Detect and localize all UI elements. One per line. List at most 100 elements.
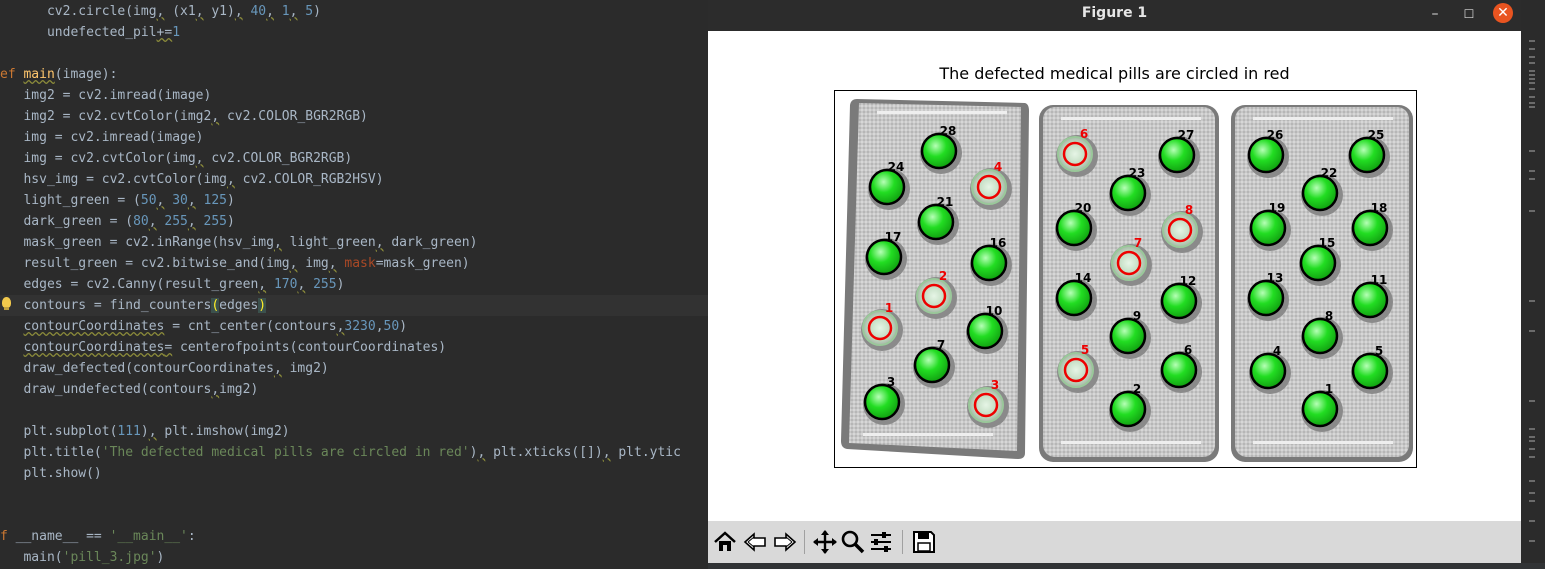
code-token: , bbox=[211, 109, 220, 124]
scroll-mark bbox=[1529, 62, 1535, 64]
code-token: 50 bbox=[383, 319, 400, 334]
save-icon[interactable] bbox=[911, 529, 937, 555]
code-token: 40 bbox=[250, 4, 267, 19]
window-title: Figure 1 bbox=[1081, 5, 1148, 21]
code-token: img2 = cv2.cvtColor(img2 bbox=[23, 109, 212, 124]
code-token: , bbox=[258, 277, 267, 292]
pill-number-label: 4 bbox=[994, 160, 1002, 174]
pill-body bbox=[1249, 209, 1287, 247]
pill-number-label: 2 bbox=[1133, 382, 1141, 396]
pill-number-label: 6 bbox=[1184, 343, 1192, 357]
code-token: , bbox=[375, 235, 384, 250]
code-token: , bbox=[234, 4, 243, 19]
code-token: draw_defected(contourCoordinates bbox=[23, 361, 274, 376]
back-icon[interactable] bbox=[742, 529, 768, 555]
code-token: img2) bbox=[219, 382, 259, 397]
code-token: 30 bbox=[172, 193, 188, 208]
code-token: light_green = ( bbox=[23, 193, 141, 208]
code-editor[interactable]: cv2.circle(img, (x1, y1), 40, 1, 5) unde… bbox=[0, 0, 708, 569]
pill-number-label: 4 bbox=[1273, 344, 1281, 358]
scroll-mark bbox=[1529, 96, 1535, 98]
scroll-mark bbox=[1529, 300, 1535, 302]
pill-body bbox=[1160, 351, 1198, 389]
code-token: dark_green) bbox=[383, 235, 478, 250]
code-token: , bbox=[602, 445, 611, 460]
code-token: : bbox=[187, 529, 196, 544]
code-token: , bbox=[226, 172, 235, 187]
pill-number-label: 5 bbox=[1081, 343, 1089, 357]
scroll-mark bbox=[1529, 436, 1535, 438]
code-token: img = cv2.cvtColor(img bbox=[23, 151, 196, 166]
close-button[interactable]: ✕ bbox=[1493, 3, 1513, 23]
code-token: , bbox=[187, 193, 196, 208]
code-token: img bbox=[297, 256, 329, 271]
code-token: plt.title( bbox=[23, 445, 102, 460]
pill-number-label: 1 bbox=[1325, 382, 1333, 396]
pill-body bbox=[868, 168, 906, 206]
code-token: , bbox=[211, 382, 220, 397]
minimize-button[interactable]: – bbox=[1426, 5, 1444, 23]
code-token: light_green bbox=[281, 235, 376, 250]
pill-number-label: 11 bbox=[1371, 273, 1388, 287]
scroll-mark bbox=[1529, 448, 1535, 450]
zoom-icon[interactable] bbox=[840, 529, 866, 555]
code-token: main bbox=[23, 67, 55, 82]
pill-number-label: 8 bbox=[1325, 309, 1333, 323]
code-token: , bbox=[273, 361, 282, 376]
pill-number-label: 28 bbox=[940, 124, 957, 138]
code-token: (x1 bbox=[164, 4, 196, 19]
scroll-mark bbox=[1529, 540, 1535, 542]
code-token: , bbox=[195, 151, 204, 166]
code-token: 255 bbox=[313, 277, 337, 292]
forward-icon[interactable] bbox=[772, 529, 798, 555]
code-line: result_green = cv2.bitwise_and(img, img,… bbox=[0, 253, 469, 274]
window-titlebar[interactable]: Figure 1 – ☐ ✕ bbox=[708, 0, 1521, 31]
code-token: draw_undefected(contours bbox=[23, 382, 212, 397]
pill-number-label: 21 bbox=[937, 195, 954, 209]
code-line: undefected_pil+=1 bbox=[0, 22, 180, 43]
configure-subplots-icon[interactable] bbox=[868, 529, 894, 555]
code-token: cv2.COLOR_RGB2HSV) bbox=[234, 172, 384, 187]
scroll-mark bbox=[1529, 74, 1535, 76]
scroll-mark bbox=[1529, 170, 1535, 172]
code-token: 255 bbox=[164, 214, 188, 229]
code-token: , bbox=[266, 4, 274, 19]
pill-number-label: 10 bbox=[986, 304, 1003, 318]
scroll-mark bbox=[1529, 78, 1535, 80]
pan-icon[interactable] bbox=[812, 529, 838, 555]
pill-number-label: 24 bbox=[888, 160, 905, 174]
code-token: dark_green = ( bbox=[23, 214, 134, 229]
code-token: edges bbox=[219, 298, 259, 313]
code-token: plt.ytic bbox=[610, 445, 681, 460]
code-token: 50 bbox=[140, 193, 157, 208]
code-token: img2 = cv2.imread(image) bbox=[23, 88, 212, 103]
code-token: (image): bbox=[54, 67, 118, 82]
code-line: mask_green = cv2.inRange(hsv_img, light_… bbox=[0, 232, 477, 253]
home-icon[interactable] bbox=[712, 529, 738, 555]
code-line: light_green = (50, 30, 125) bbox=[0, 190, 234, 211]
code-line: dark_green = (80, 255, 255) bbox=[0, 211, 235, 232]
code-token: ( bbox=[211, 298, 220, 313]
code-token: result_green = cv2.bitwise_and(img bbox=[23, 256, 290, 271]
scroll-mark bbox=[1529, 500, 1535, 502]
code-token: plt.subplot( bbox=[23, 424, 118, 439]
pill-body bbox=[1160, 282, 1198, 320]
code-token: hsv_img = cv2.cvtColor(img bbox=[23, 172, 227, 187]
code-token: img = cv2.imread(image) bbox=[23, 130, 204, 145]
pill-number-label: 15 bbox=[1319, 236, 1336, 250]
editor-scroll-strip[interactable] bbox=[1521, 0, 1545, 569]
scroll-mark bbox=[1529, 150, 1535, 152]
pill-body bbox=[970, 244, 1008, 282]
maximize-button[interactable]: ☐ bbox=[1460, 5, 1478, 23]
code-token: ) bbox=[156, 550, 165, 565]
pill-number-label: 13 bbox=[1267, 271, 1284, 285]
code-line: img2 = cv2.cvtColor(img2, cv2.COLOR_BGR2… bbox=[0, 106, 367, 127]
pill-body bbox=[920, 132, 958, 170]
code-token: '__main__' bbox=[109, 529, 188, 544]
code-token: ) bbox=[227, 214, 235, 229]
pill-body bbox=[966, 312, 1004, 350]
scroll-mark bbox=[1529, 106, 1535, 108]
code-line: draw_undefected(contours,img2) bbox=[0, 379, 258, 400]
figure-window: Figure 1 – ☐ ✕ The defected medical pill… bbox=[708, 0, 1521, 563]
